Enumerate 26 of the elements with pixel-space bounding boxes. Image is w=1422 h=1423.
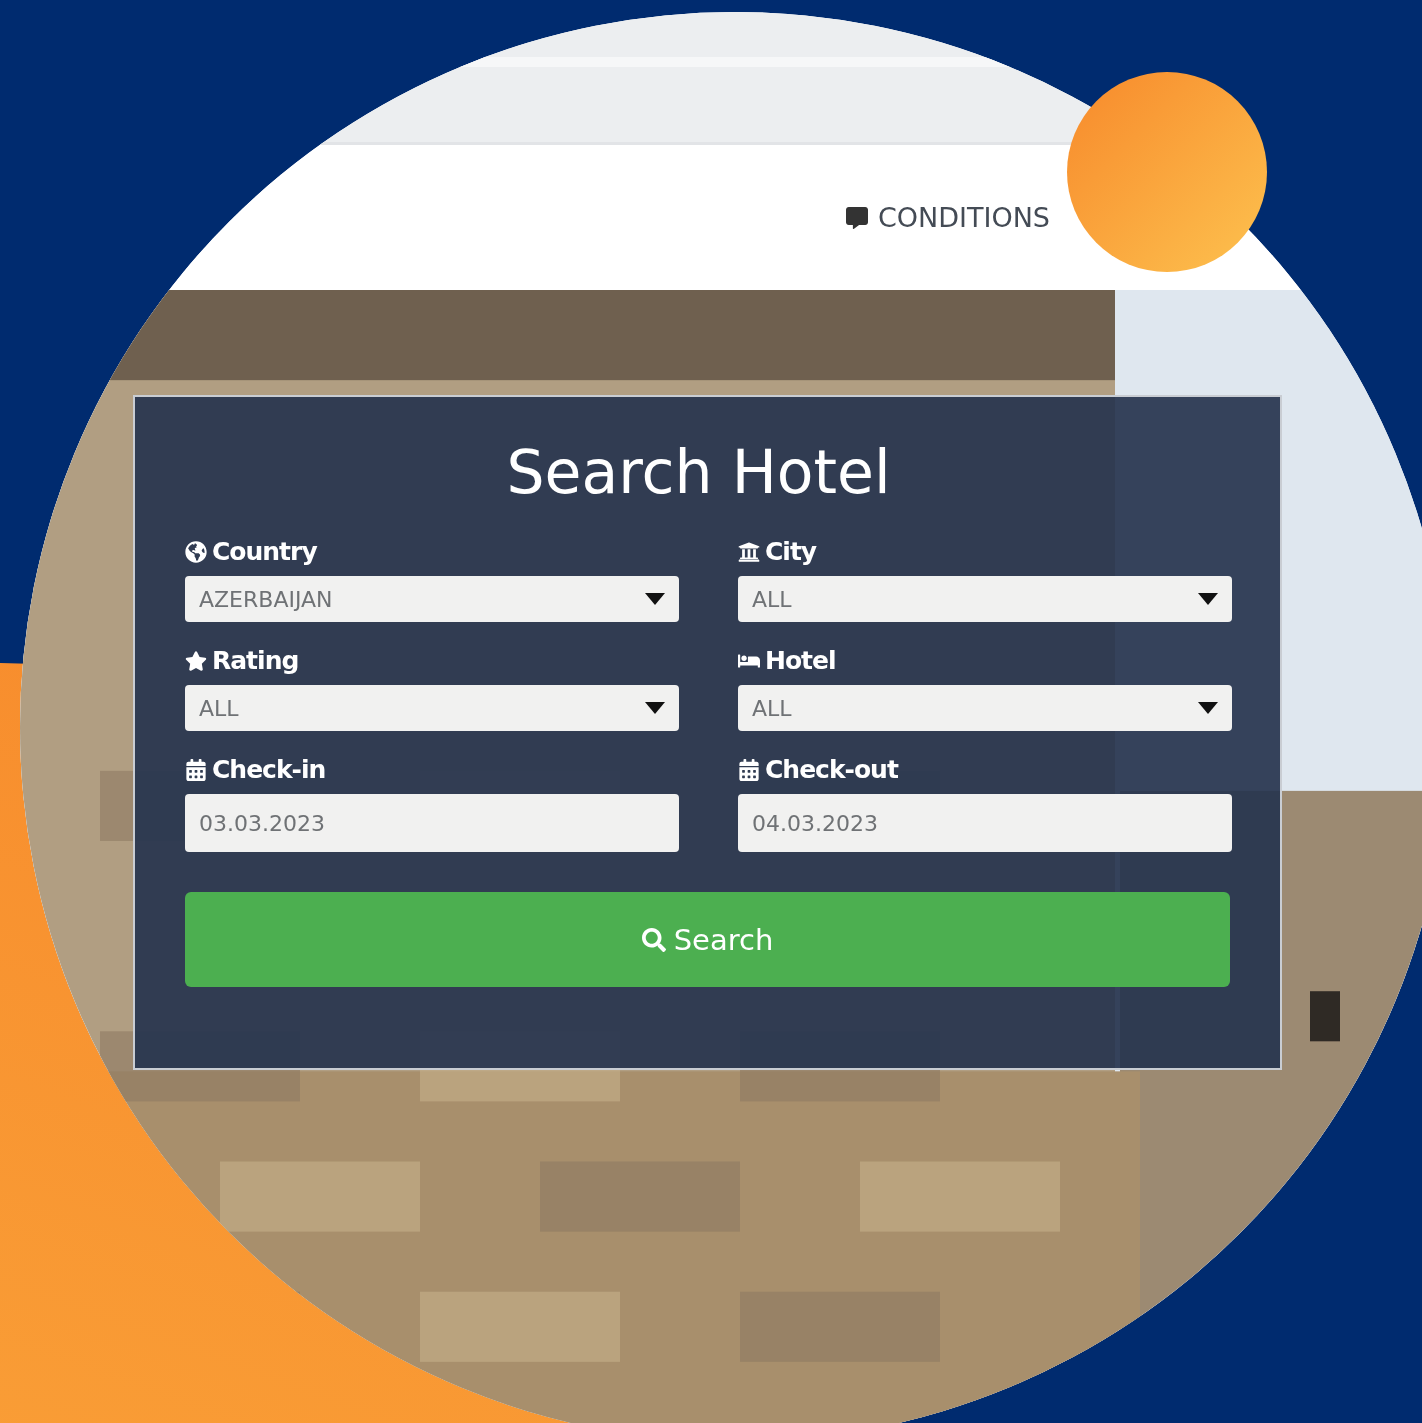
- conditions-link[interactable]: CONDITIONS: [845, 202, 1050, 233]
- caret-icon: [645, 702, 665, 714]
- bank-icon: [738, 540, 760, 563]
- select-field[interactable]: AZERBAIJAN: [185, 576, 679, 622]
- field-label: Hotel: [765, 646, 836, 675]
- field-label: Check-out: [765, 755, 898, 784]
- globe-icon: [185, 540, 207, 563]
- comment-icon: [845, 206, 868, 229]
- search-icon: [641, 927, 666, 952]
- select-field[interactable]: ALL: [738, 576, 1232, 622]
- field-label: Country: [212, 537, 317, 566]
- select-field[interactable]: ALL: [185, 685, 679, 731]
- panel-title: Search Hotel: [505, 437, 892, 507]
- search-button[interactable]: Search: [185, 892, 1230, 987]
- field-label: City: [765, 537, 817, 566]
- field-label: Rating: [212, 646, 299, 675]
- calendar-icon: [185, 758, 207, 781]
- date-field[interactable]: 04.03.2023: [738, 794, 1232, 852]
- caret-icon: [1198, 702, 1218, 714]
- select-field[interactable]: ALL: [738, 685, 1232, 731]
- caret-icon: [1198, 593, 1218, 605]
- caret-icon: [645, 593, 665, 605]
- date-field[interactable]: 03.03.2023: [185, 794, 679, 852]
- star-icon: [185, 649, 207, 672]
- calendar-icon: [738, 758, 760, 781]
- field-label: Check-in: [212, 755, 326, 784]
